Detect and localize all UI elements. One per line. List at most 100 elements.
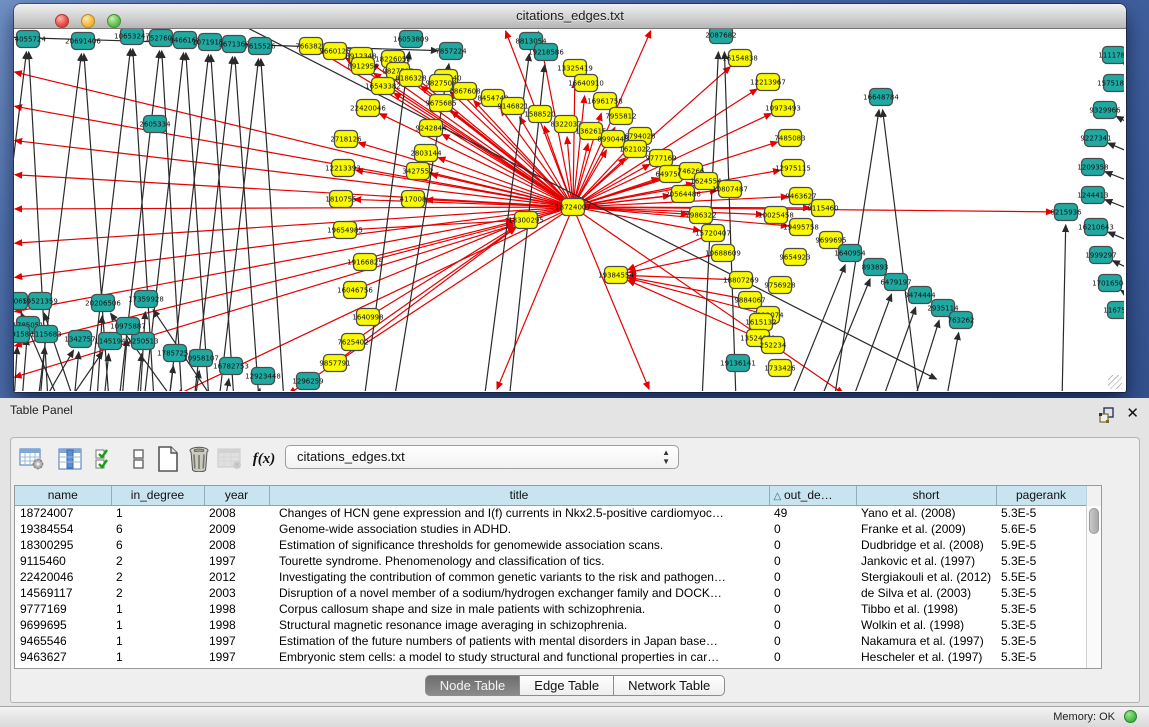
table-cell[interactable]: 0 bbox=[769, 633, 856, 649]
column-header-out_de[interactable]: △ out_de… bbox=[769, 486, 856, 505]
graph-node[interactable]: 15751874 bbox=[1097, 75, 1124, 92]
graph-node[interactable]: 1999297 bbox=[1085, 247, 1116, 264]
tab-network-table[interactable]: Network Table bbox=[614, 675, 725, 696]
table-cell[interactable]: 5.3E-5 bbox=[996, 601, 1086, 617]
graph-node[interactable]: 19136141 bbox=[720, 355, 756, 372]
column-header-in_degree[interactable]: in_degree bbox=[111, 486, 204, 505]
column-header-name[interactable]: name bbox=[15, 486, 111, 505]
network-canvas[interactable]: 1405572420691406106532471527602946616010… bbox=[14, 29, 1124, 391]
table-cell[interactable]: 1997 bbox=[204, 633, 269, 649]
table-selector-combobox[interactable]: citations_edges.txt ▲▼ bbox=[285, 445, 679, 469]
edge[interactable] bbox=[15, 207, 573, 209]
graph-node[interactable]: 19654985 bbox=[327, 222, 363, 239]
edge[interactable] bbox=[225, 379, 229, 391]
new-document-icon[interactable] bbox=[153, 445, 183, 473]
table-cell[interactable]: 0 bbox=[769, 553, 856, 569]
edge[interactable] bbox=[1108, 143, 1124, 154]
table-cell[interactable]: Stergiakouli et al. (2012) bbox=[856, 569, 996, 585]
edge[interactable] bbox=[1108, 232, 1124, 243]
table-cell[interactable]: 5.6E-5 bbox=[996, 521, 1086, 537]
edge[interactable] bbox=[1116, 116, 1124, 126]
table-cell[interactable]: Hescheler et al. (1997) bbox=[856, 649, 996, 665]
table-cell[interactable]: Genome-wide association studies in ADHD. bbox=[269, 521, 769, 537]
table-row[interactable]: 969969511998Structural magnetic resonanc… bbox=[15, 617, 1086, 633]
edge[interactable] bbox=[15, 175, 573, 207]
table-row[interactable]: 2242004622012Investigating the contribut… bbox=[15, 569, 1086, 585]
table-cell[interactable]: 2012 bbox=[204, 569, 269, 585]
memory-status-icon[interactable] bbox=[1124, 710, 1137, 723]
table-cell[interactable]: 2003 bbox=[204, 585, 269, 601]
table-cell[interactable]: 1 bbox=[111, 601, 204, 617]
column-header-title[interactable]: title bbox=[269, 486, 769, 505]
edge[interactable] bbox=[194, 57, 233, 391]
table-row[interactable]: 946362711997Embryonic stem cells: a mode… bbox=[15, 649, 1086, 665]
table-cell[interactable]: 1997 bbox=[204, 649, 269, 665]
table-cell[interactable]: 2 bbox=[111, 569, 204, 585]
table-cell[interactable]: 1998 bbox=[204, 601, 269, 617]
table-cell[interactable]: 14569117 bbox=[15, 585, 111, 601]
table-cell[interactable]: 1 bbox=[111, 505, 204, 521]
graph-node[interactable]: 1615132 bbox=[745, 314, 776, 331]
graph-node[interactable]: 16210643 bbox=[1078, 219, 1114, 236]
table-cell[interactable]: Jankovic et al. (1997) bbox=[856, 553, 996, 569]
table-cell[interactable]: 5.3E-5 bbox=[996, 617, 1086, 633]
table-header-row[interactable]: namein_degreeyeartitle△ out_de…shortpage… bbox=[15, 486, 1086, 505]
table-row[interactable]: 1830029562008Estimation of significance … bbox=[15, 537, 1086, 553]
table-cell[interactable]: 1998 bbox=[204, 617, 269, 633]
edge[interactable] bbox=[914, 320, 939, 391]
table-cell[interactable]: 1997 bbox=[204, 553, 269, 569]
graph-node[interactable]: 893893 bbox=[862, 259, 889, 276]
table-row[interactable]: 946554611997Estimation of the future num… bbox=[15, 633, 1086, 649]
table-cell[interactable]: Corpus callosum shape and size in male p… bbox=[269, 601, 769, 617]
graph-node[interactable]: 1115683 bbox=[30, 326, 61, 343]
table-cell[interactable]: 9115460 bbox=[15, 553, 111, 569]
table-cell[interactable]: 0 bbox=[769, 585, 856, 601]
graph-node[interactable]: 16053809 bbox=[393, 31, 429, 48]
table-cell[interactable]: 5.3E-5 bbox=[996, 649, 1086, 665]
graph-node[interactable]: 2087682 bbox=[705, 29, 736, 44]
table-cell[interactable]: 2008 bbox=[204, 505, 269, 521]
table-cell[interactable]: 1 bbox=[111, 649, 204, 665]
function-builder-icon[interactable]: f(x) bbox=[249, 445, 279, 473]
table-cell[interactable]: 0 bbox=[769, 649, 856, 665]
graph-node[interactable]: 12923448 bbox=[245, 368, 281, 385]
table-row[interactable]: 911546021997Tourette syndrome. Phenomeno… bbox=[15, 553, 1086, 569]
graph-node[interactable]: 16154838 bbox=[722, 50, 758, 67]
column-header-pagerank[interactable]: pagerank bbox=[996, 486, 1086, 505]
graph-node[interactable]: 7485083 bbox=[774, 130, 805, 147]
tab-node-table[interactable]: Node Table bbox=[425, 675, 521, 696]
edge[interactable] bbox=[1105, 172, 1124, 183]
table-cell[interactable]: Investigating the contribution of common… bbox=[269, 569, 769, 585]
table-cell[interactable]: 19384554 bbox=[15, 521, 111, 537]
graph-node[interactable]: 7625402 bbox=[337, 334, 368, 351]
table-cell[interactable]: 2 bbox=[111, 553, 204, 569]
table-settings-icon[interactable] bbox=[17, 445, 47, 473]
table-cell[interactable]: 1 bbox=[111, 617, 204, 633]
graph-node[interactable]: 1111781 bbox=[1098, 47, 1124, 64]
graph-node[interactable]: 1167533 bbox=[1103, 302, 1124, 319]
edge[interactable] bbox=[882, 307, 916, 391]
window-titlebar[interactable]: citations_edges.txt bbox=[14, 4, 1126, 29]
graph-node[interactable]: 763262 bbox=[948, 312, 975, 329]
table-row[interactable]: 977716911998Corpus callosum shape and si… bbox=[15, 601, 1086, 617]
table-cell[interactable]: 5.5E-5 bbox=[996, 569, 1086, 585]
table-cell[interactable]: 5.3E-5 bbox=[996, 505, 1086, 521]
edge[interactable] bbox=[1105, 200, 1124, 211]
graph-node[interactable]: 8215936 bbox=[1050, 204, 1082, 221]
table-cell[interactable]: 6 bbox=[111, 521, 204, 537]
graph-node[interactable]: 9474444 bbox=[904, 287, 936, 304]
graph-node[interactable]: 9777169 bbox=[645, 150, 676, 167]
graph-node[interactable]: 9675685 bbox=[425, 95, 456, 112]
table-cell[interactable]: Changes of HCN gene expression and I(f) … bbox=[269, 505, 769, 521]
table-cell[interactable]: Disruption of a novel member of a sodium… bbox=[269, 585, 769, 601]
select-rows-icon[interactable] bbox=[91, 445, 121, 473]
edge[interactable] bbox=[820, 279, 870, 391]
row-height-icon[interactable] bbox=[124, 445, 154, 473]
graph-node[interactable]: 7615526 bbox=[244, 38, 276, 55]
table-cell[interactable]: 9463627 bbox=[15, 649, 111, 665]
graph-node[interactable]: 2718126 bbox=[330, 131, 362, 148]
column-header-year[interactable]: year bbox=[204, 486, 269, 505]
edge[interactable] bbox=[22, 338, 27, 391]
table-cell[interactable]: 0 bbox=[769, 569, 856, 585]
graph-node[interactable]: 1342757 bbox=[64, 331, 95, 348]
